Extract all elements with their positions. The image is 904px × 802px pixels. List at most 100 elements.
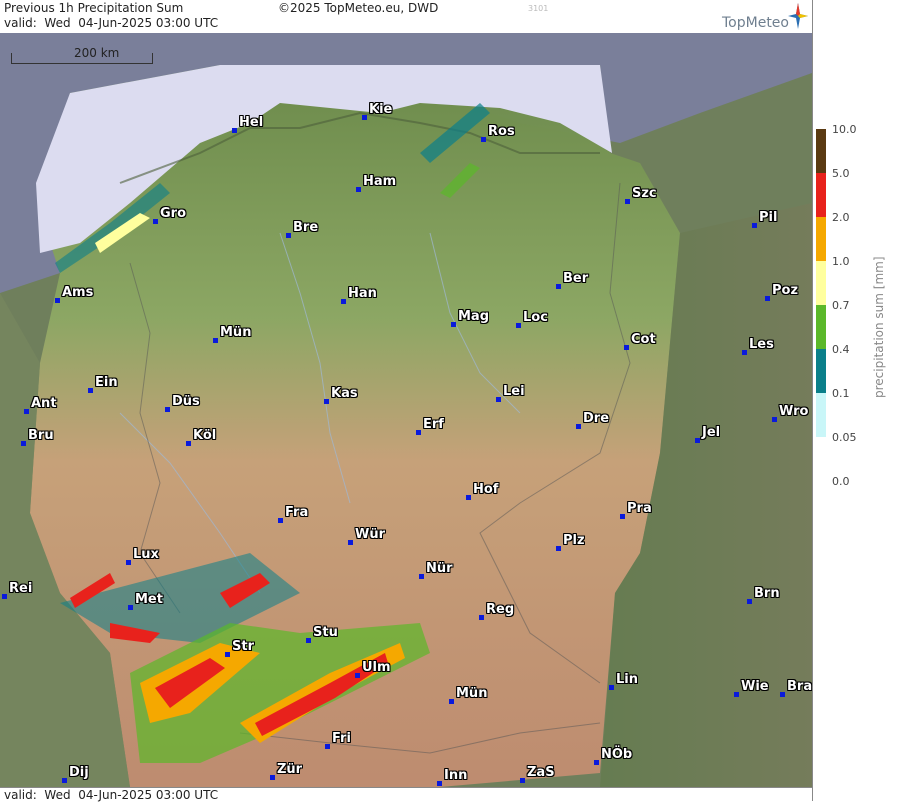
city-dot [286, 233, 291, 238]
city-label: Erf [423, 417, 444, 432]
city-dot [742, 350, 747, 355]
map-terrain [0, 33, 812, 787]
city-dot [348, 540, 353, 545]
city-label: Pil [759, 210, 778, 225]
city-label: Fri [332, 731, 351, 746]
city-label: Ber [563, 271, 589, 286]
city-dot [556, 546, 561, 551]
city-label: Nür [426, 561, 453, 576]
city-dot [496, 397, 501, 402]
city-dot [356, 187, 361, 192]
city-dot [213, 338, 218, 343]
legend-swatch [816, 305, 826, 349]
city-label: Lux [133, 547, 159, 562]
city-label: Szc [632, 186, 657, 201]
city-label: Mag [458, 309, 490, 324]
city-label: Mün [456, 686, 488, 701]
city-label: Hel [239, 115, 264, 130]
city-label: Bru [28, 428, 54, 443]
legend-swatch [816, 129, 826, 173]
city-dot [576, 424, 581, 429]
city-label: Reg [486, 602, 515, 617]
city-dot [734, 692, 739, 697]
city-dot [165, 407, 170, 412]
city-label: Kie [369, 102, 393, 117]
city-label: Ein [95, 375, 118, 390]
city-label: Wür [355, 527, 386, 542]
legend-tick-label: 0.1 [832, 387, 850, 400]
legend-swatch [816, 393, 826, 437]
valid-time-top: valid: Wed 04-Jun-2025 03:00 UTC [4, 16, 219, 30]
city-label: Hof [473, 482, 499, 497]
city-dot [449, 699, 454, 704]
city-label: Düs [172, 394, 200, 409]
city-label: Cot [631, 332, 656, 347]
legend-tick-label: 0.05 [832, 431, 857, 444]
legend-tick-label: 2.0 [832, 211, 850, 224]
city-label: Lin [616, 672, 638, 687]
city-label: Bre [293, 220, 319, 235]
city-label: Fra [285, 505, 309, 520]
city-label: Loc [523, 310, 548, 325]
city-label: Wro [779, 404, 809, 419]
city-label: Plz [563, 533, 585, 548]
city-label: Mün [220, 325, 252, 340]
map-title: Previous 1h Precipitation Sum [4, 1, 184, 15]
city-label: Ulm [362, 660, 391, 675]
city-label: Dij [69, 765, 89, 780]
city-dot [772, 417, 777, 422]
city-dot [620, 514, 625, 519]
city-label: ZaS [527, 765, 555, 780]
city-label: Stu [313, 625, 338, 640]
city-label: Les [749, 337, 774, 352]
city-dot [2, 594, 7, 599]
valid-time-bottom: valid: Wed 04-Jun-2025 03:00 UTC [4, 788, 219, 802]
footer-bar: valid: Wed 04-Jun-2025 03:00 UTC [0, 787, 812, 802]
scale-label: 200 km [74, 46, 120, 60]
city-dot [324, 399, 329, 404]
city-label: Met [135, 592, 163, 607]
city-label: Köl [193, 428, 217, 443]
city-dot [21, 441, 26, 446]
city-label: Lei [503, 384, 525, 399]
city-dot [341, 299, 346, 304]
legend-title: precipitation sum [mm] [872, 256, 886, 398]
city-label: Kas [331, 386, 358, 401]
city-dot [451, 322, 456, 327]
legend-tick-label: 5.0 [832, 167, 850, 180]
city-dot [752, 223, 757, 228]
legend-swatch [816, 173, 826, 217]
city-dot [466, 495, 471, 500]
city-dot [55, 298, 60, 303]
city-dot [624, 345, 629, 350]
precipitation-map[interactable]: 200 km Kie Hel Ros Ham Szc Gro Bre Pil Ber Ams Han… [0, 33, 812, 787]
city-dot [270, 775, 275, 780]
city-label: Brn [754, 586, 780, 601]
city-dot [306, 638, 311, 643]
city-label: Ams [62, 285, 94, 300]
city-dot [88, 388, 93, 393]
city-dot [780, 692, 785, 697]
city-dot [126, 560, 131, 565]
city-dot [128, 605, 133, 610]
city-dot [278, 518, 283, 523]
city-dot [325, 744, 330, 749]
city-dot [24, 409, 29, 414]
city-dot [556, 284, 561, 289]
city-label: Gro [160, 206, 187, 221]
city-dot [186, 441, 191, 446]
city-label: Rei [9, 581, 33, 596]
city-dot [695, 438, 700, 443]
city-dot [765, 296, 770, 301]
legend-tick-label: 0.4 [832, 343, 850, 356]
map-code: 3101 [528, 4, 549, 13]
city-label: Ros [488, 124, 515, 139]
city-dot [362, 115, 367, 120]
city-dot [153, 219, 158, 224]
city-dot [609, 685, 614, 690]
city-label: Ham [363, 174, 397, 189]
city-label: Inn [444, 768, 468, 783]
header-bar: Previous 1h Precipitation Sum ©2025 TopM… [0, 0, 812, 34]
legend-swatch [816, 261, 826, 305]
city-dot [520, 778, 525, 783]
